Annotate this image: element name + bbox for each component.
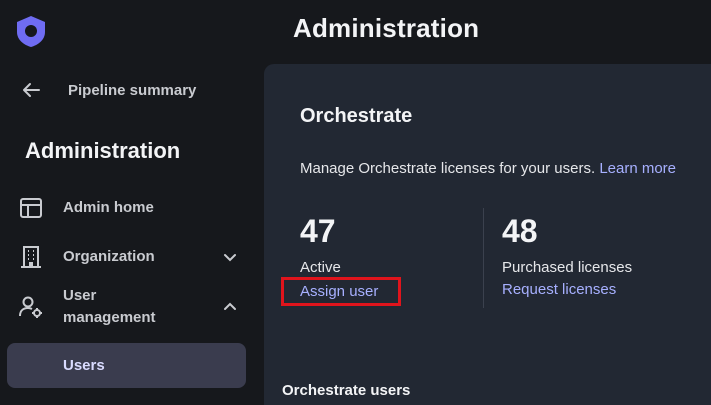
stats-divider — [483, 208, 484, 308]
sidebar-item-label: User management — [63, 287, 156, 326]
arrow-left-icon — [23, 83, 40, 97]
logo-icon[interactable] — [14, 14, 48, 48]
sidebar-item-label: Admin home — [63, 199, 154, 216]
sidebar-item-user-management[interactable]: User management — [14, 284, 246, 330]
sidebar-title: Administration — [25, 138, 181, 163]
description-text: Manage Orchestrate licenses for your use… — [300, 160, 596, 177]
sidebar-item-label: Organization — [63, 248, 155, 265]
section-title: Orchestrate — [300, 105, 413, 127]
sidebar-item-users[interactable]: Users — [7, 343, 246, 388]
chevron-up-icon[interactable] — [222, 299, 238, 315]
assign-user-link[interactable]: Assign user — [281, 277, 401, 306]
page-title: Administration — [293, 13, 480, 43]
purchased-count: 48 — [502, 213, 538, 249]
layout-icon — [20, 198, 42, 218]
active-count: 47 — [300, 213, 336, 249]
users-section-heading: Orchestrate users — [282, 382, 411, 399]
user-gear-icon — [19, 296, 42, 318]
sidebar-item-label: Users — [63, 357, 105, 374]
request-licenses-link[interactable]: Request licenses — [502, 281, 616, 298]
sidebar-item-admin-home[interactable]: Admin home — [14, 194, 246, 222]
active-label: Active — [300, 259, 341, 276]
back-label: Pipeline summary — [68, 81, 197, 99]
chevron-down-icon[interactable] — [222, 249, 238, 265]
learn-more-link[interactable]: Learn more — [599, 160, 676, 177]
purchased-label: Purchased licenses — [502, 259, 633, 276]
app-root: Administration Pipeline summary Administ… — [0, 0, 711, 405]
building-icon — [21, 246, 41, 268]
back-to-pipeline-summary[interactable]: Pipeline summary — [18, 76, 248, 104]
assign-user-label: Assign user — [300, 283, 379, 300]
sidebar-item-organization[interactable]: Organization — [14, 243, 246, 271]
license-description: Manage Orchestrate licenses for your use… — [300, 160, 676, 177]
